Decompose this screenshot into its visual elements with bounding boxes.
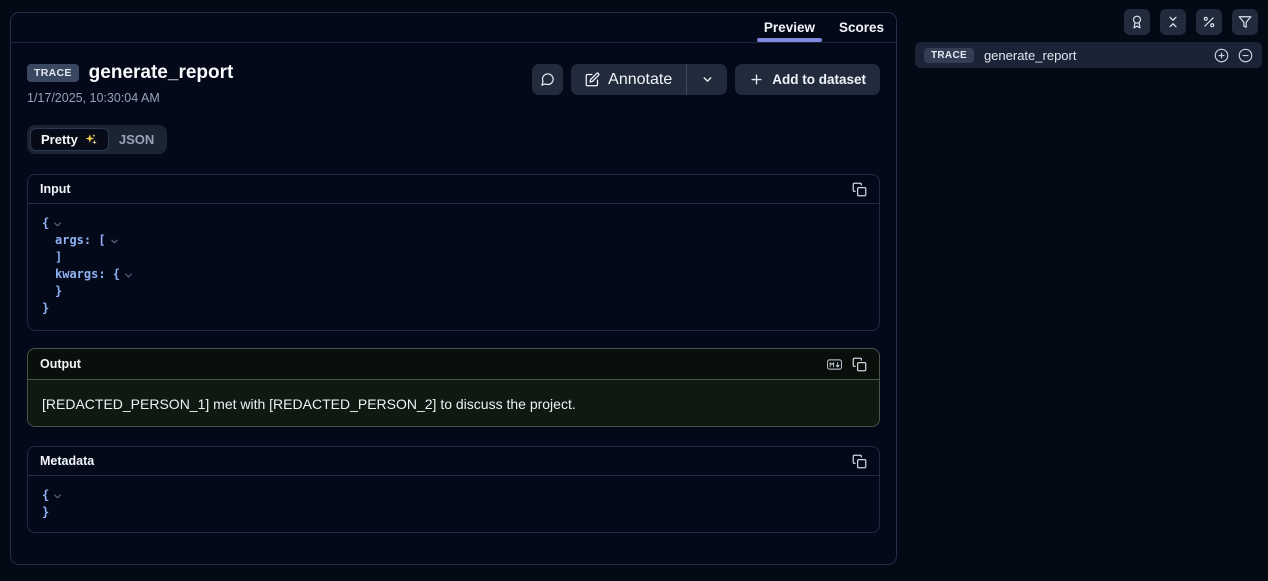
copy-icon[interactable] [852,454,867,469]
tree-trace-badge: TRACE [924,48,974,63]
tree-trace-title: generate_report [984,48,1077,63]
add-to-dataset-label: Add to dataset [772,72,866,87]
message-circle-icon [540,72,555,87]
circle-minus-icon[interactable] [1238,48,1253,63]
chevron-down-icon[interactable] [52,491,63,502]
json-line: { [42,215,865,232]
chevron-down-icon[interactable] [52,219,63,230]
input-section: Input {args: []kwargs: {}} [27,174,880,331]
trace-actions: Annotate Add to dataset [532,64,880,95]
json-line: kwargs: { [42,266,865,283]
award-button[interactable] [1124,9,1150,35]
annotate-label: Annotate [608,71,672,89]
input-header: Input [28,175,879,204]
annotate-split-button: Annotate [571,64,727,95]
annotate-dropdown-button[interactable] [687,64,727,95]
metadata-json: {} [28,476,879,532]
collapse-all-button[interactable] [1160,9,1186,35]
toggle-pretty-label: Pretty [41,132,78,147]
json-line: } [42,504,865,521]
global-toolbar [1124,9,1258,35]
collapse-vertical-icon [1166,15,1180,29]
copy-icon[interactable] [852,357,867,372]
output-section: Output [REDACTED_PERSON_1] met with [RED… [27,348,880,427]
output-content: [REDACTED_PERSON_1] met with [REDACTED_P… [28,380,879,427]
output-header: Output [28,349,879,380]
metadata-section: Metadata {} [27,446,880,533]
input-title: Input [40,182,71,196]
trace-type-badge: TRACE [27,64,79,82]
chevron-down-icon[interactable] [123,270,134,281]
annotate-button[interactable]: Annotate [571,64,686,95]
edit-pencil-icon [585,72,600,87]
tab-scores[interactable]: Scores [839,13,884,42]
chevron-down-icon [701,73,714,86]
circle-plus-icon[interactable] [1214,48,1229,63]
json-line: ] [42,249,865,266]
tab-preview[interactable]: Preview [764,13,815,42]
metadata-title: Metadata [40,454,94,468]
preview-tabbar: Preview Scores [11,13,896,43]
award-icon [1130,15,1144,29]
input-json: {args: []kwargs: {}} [28,204,879,328]
copy-icon[interactable] [852,182,867,197]
toggle-pretty[interactable]: Pretty [30,128,109,151]
json-line: args: [ [42,232,865,249]
percent-icon [1202,15,1216,29]
json-line: } [42,300,865,317]
metadata-header: Metadata [28,447,879,476]
add-to-dataset-button[interactable]: Add to dataset [735,64,880,95]
page-title: generate_report [89,62,234,84]
trace-timestamp: 1/17/2025, 10:30:04 AM [27,91,160,105]
sparkles-icon [84,133,98,147]
trace-title-row: TRACE generate_report [27,62,233,84]
json-line: { [42,487,865,504]
scores-percent-button[interactable] [1196,9,1222,35]
toggle-json-label: JSON [119,132,154,147]
json-line: } [42,283,865,300]
trace-tree-row[interactable]: TRACE generate_report [915,42,1262,68]
markdown-icon[interactable] [827,357,842,372]
comment-button[interactable] [532,64,563,95]
filter-icon [1238,15,1252,29]
output-text: [REDACTED_PERSON_1] met with [REDACTED_P… [42,396,576,412]
chevron-down-icon[interactable] [109,236,120,247]
toggle-json[interactable]: JSON [109,128,164,151]
plus-icon [749,72,764,87]
trace-preview-panel: Preview Scores TRACE generate_report 1/1… [10,12,897,565]
output-title: Output [40,357,81,371]
filter-button[interactable] [1232,9,1258,35]
view-mode-toggle: Pretty JSON [27,125,167,154]
